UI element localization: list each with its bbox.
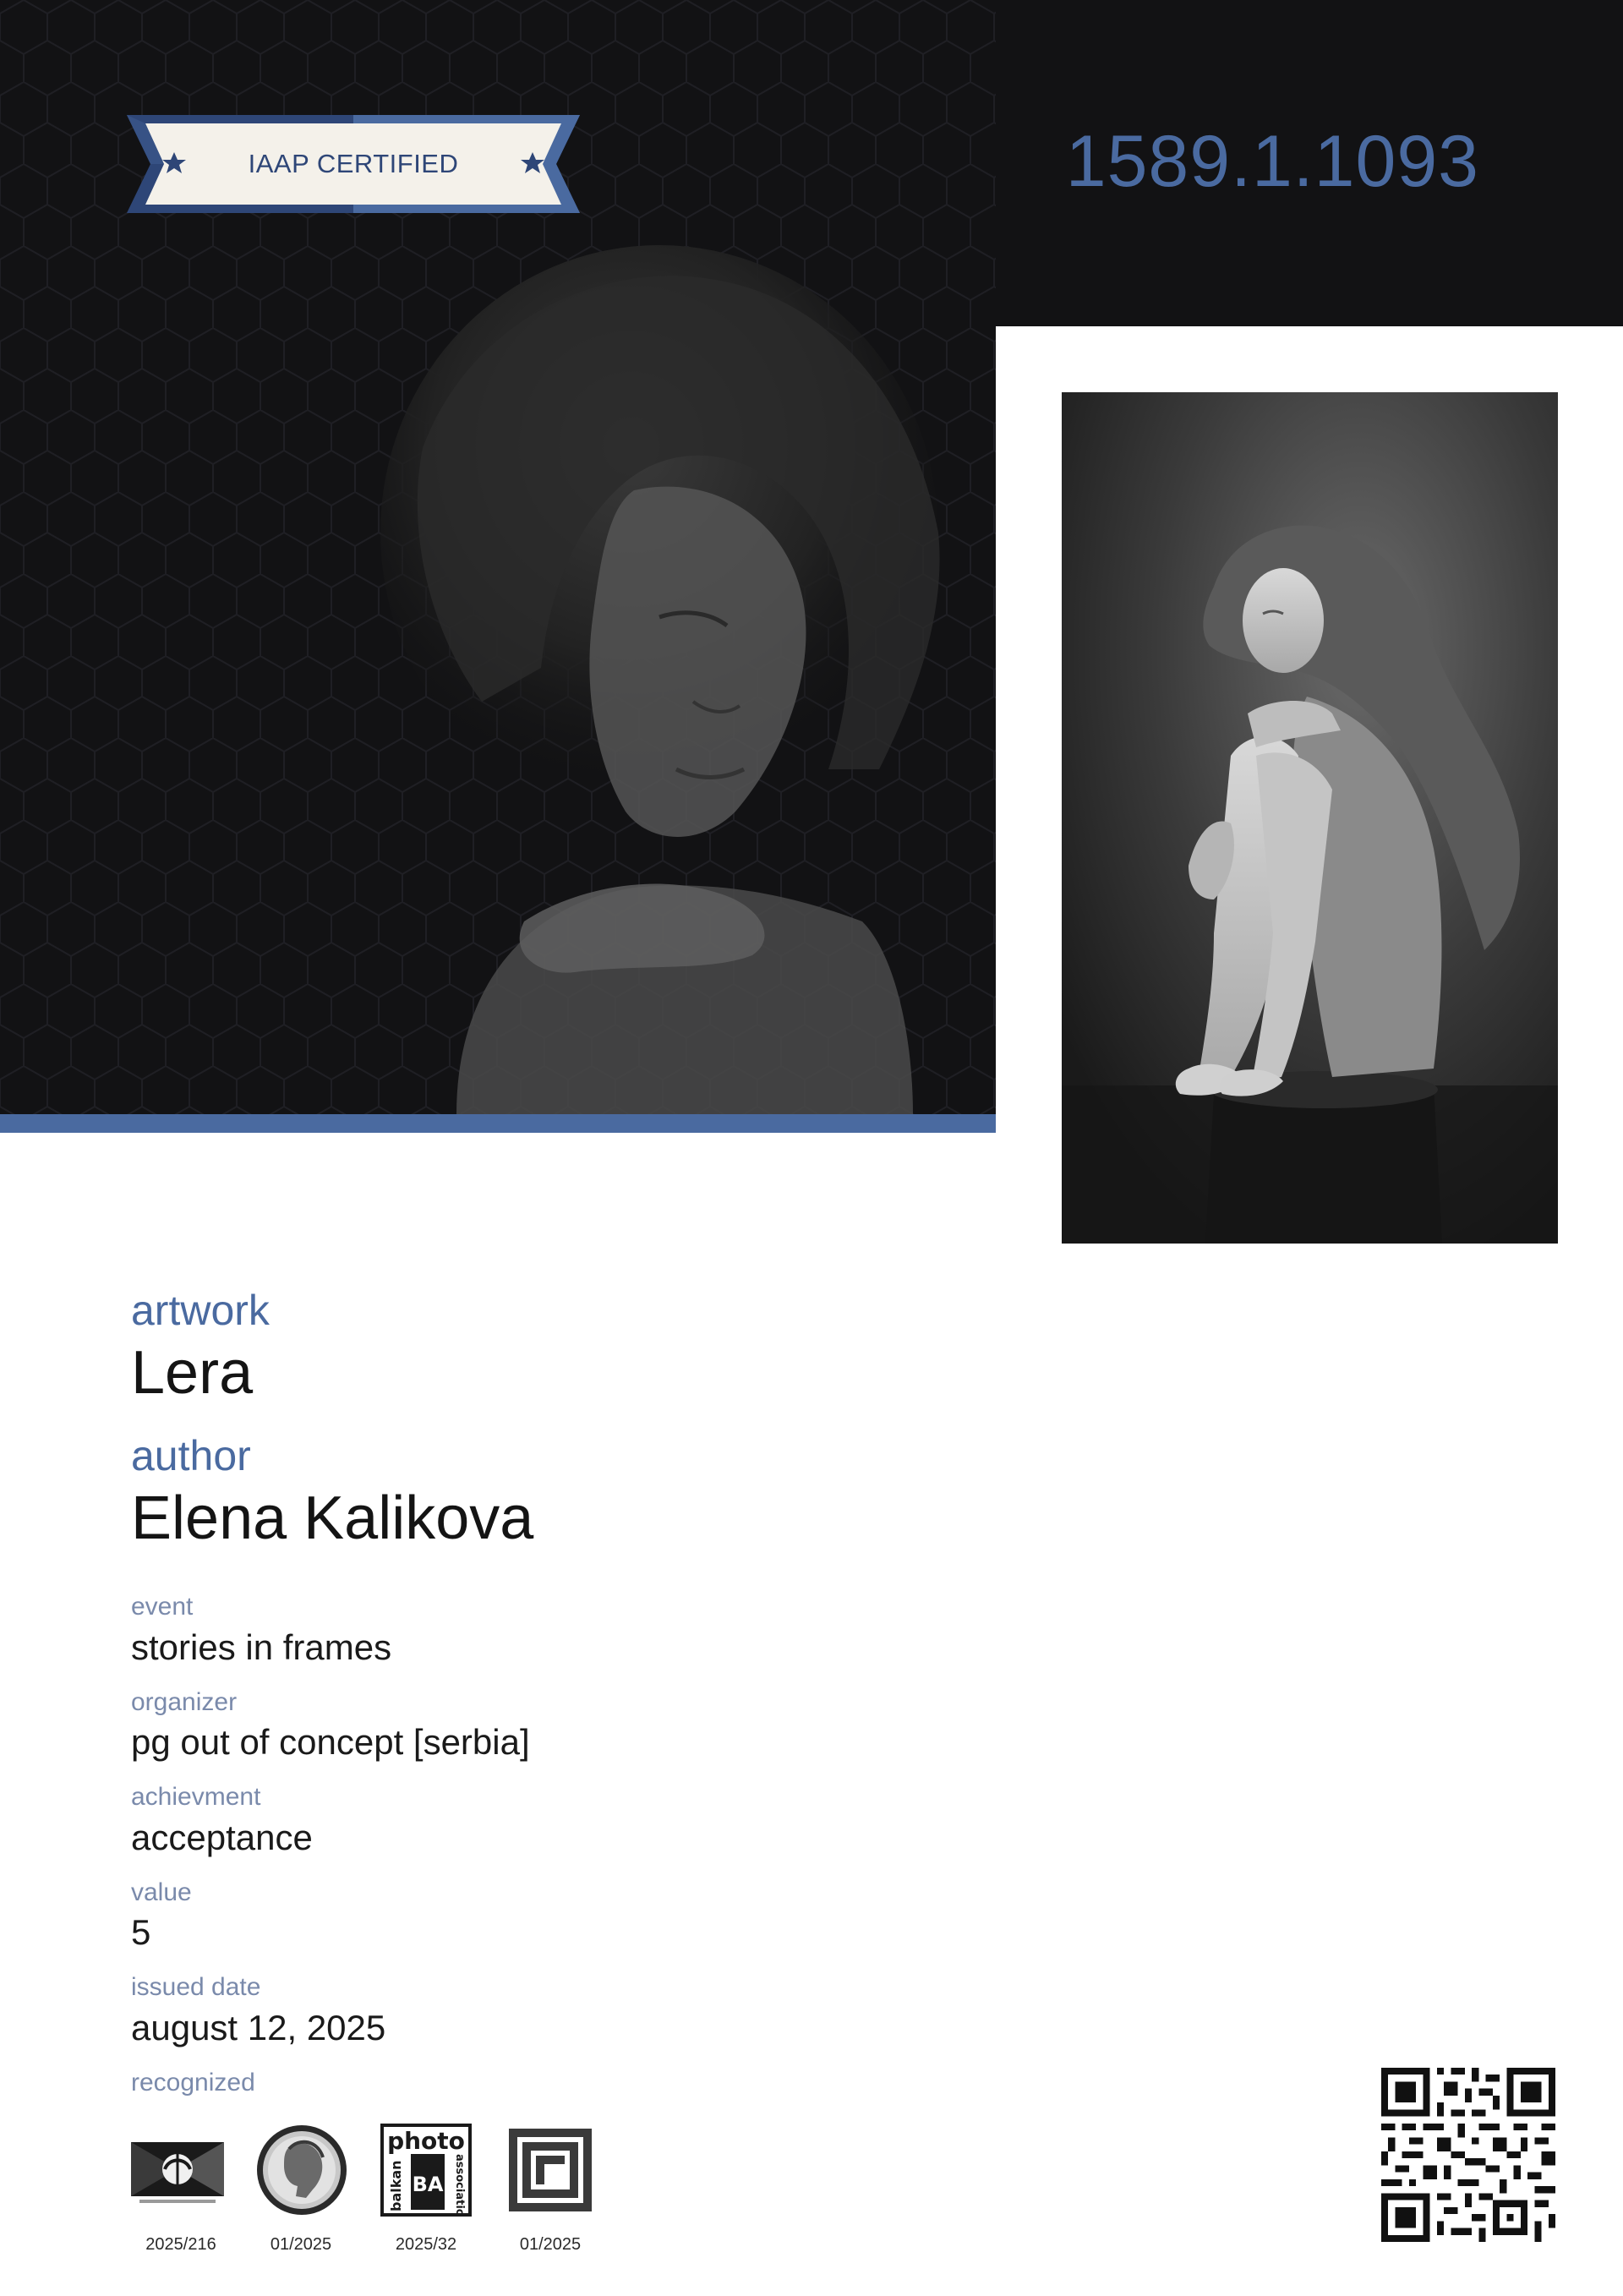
svg-text:BA: BA xyxy=(413,2173,444,2196)
logo-code: 2025/216 xyxy=(145,2235,216,2254)
event-label: event xyxy=(131,1593,194,1621)
logo-text-association: association xyxy=(453,2154,466,2217)
artwork-label: artwork xyxy=(131,1287,270,1334)
author-label: author xyxy=(131,1432,251,1479)
logo-code: 01/2025 xyxy=(270,2235,332,2254)
achievement-value: acceptance xyxy=(131,1818,313,1857)
event-value: stories in frames xyxy=(131,1627,392,1667)
logo-code: 01/2025 xyxy=(519,2235,582,2254)
badge-label: IAAP CERTIFIED xyxy=(248,149,459,178)
logo-code: 2025/32 xyxy=(395,2235,457,2254)
square-frame-logo xyxy=(509,2129,592,2211)
value-label: value xyxy=(131,1878,192,1906)
artwork-title: Lera xyxy=(131,1339,254,1407)
accent-bar xyxy=(0,1114,996,1133)
issued-date-label: issued date xyxy=(131,1973,261,2001)
background-portrait-image xyxy=(380,245,940,1114)
qr-code-icon[interactable] xyxy=(1381,2068,1555,2242)
artwork-photo xyxy=(1062,392,1558,1244)
achievement-label: achievment xyxy=(131,1783,261,1811)
value-value: 5 xyxy=(131,1912,151,1952)
recognized-label: recognized xyxy=(131,2069,255,2096)
author-name: Elena Kalikova xyxy=(131,1484,534,1552)
balkan-photo-association-logo: photo BA balkan association xyxy=(380,2124,472,2217)
logo-text-balkan: balkan xyxy=(388,2160,404,2211)
medal-head-logo xyxy=(257,2125,347,2215)
logo-text-photo: photo xyxy=(387,2127,465,2155)
iaap-logo xyxy=(131,2142,224,2203)
organizer-value: pg out of concept [serbia] xyxy=(131,1722,530,1762)
issued-date-value: august 12, 2025 xyxy=(131,2008,386,2047)
organizer-label: organizer xyxy=(131,1688,238,1716)
certificate-number: 1589.1.1093 xyxy=(1065,121,1479,202)
